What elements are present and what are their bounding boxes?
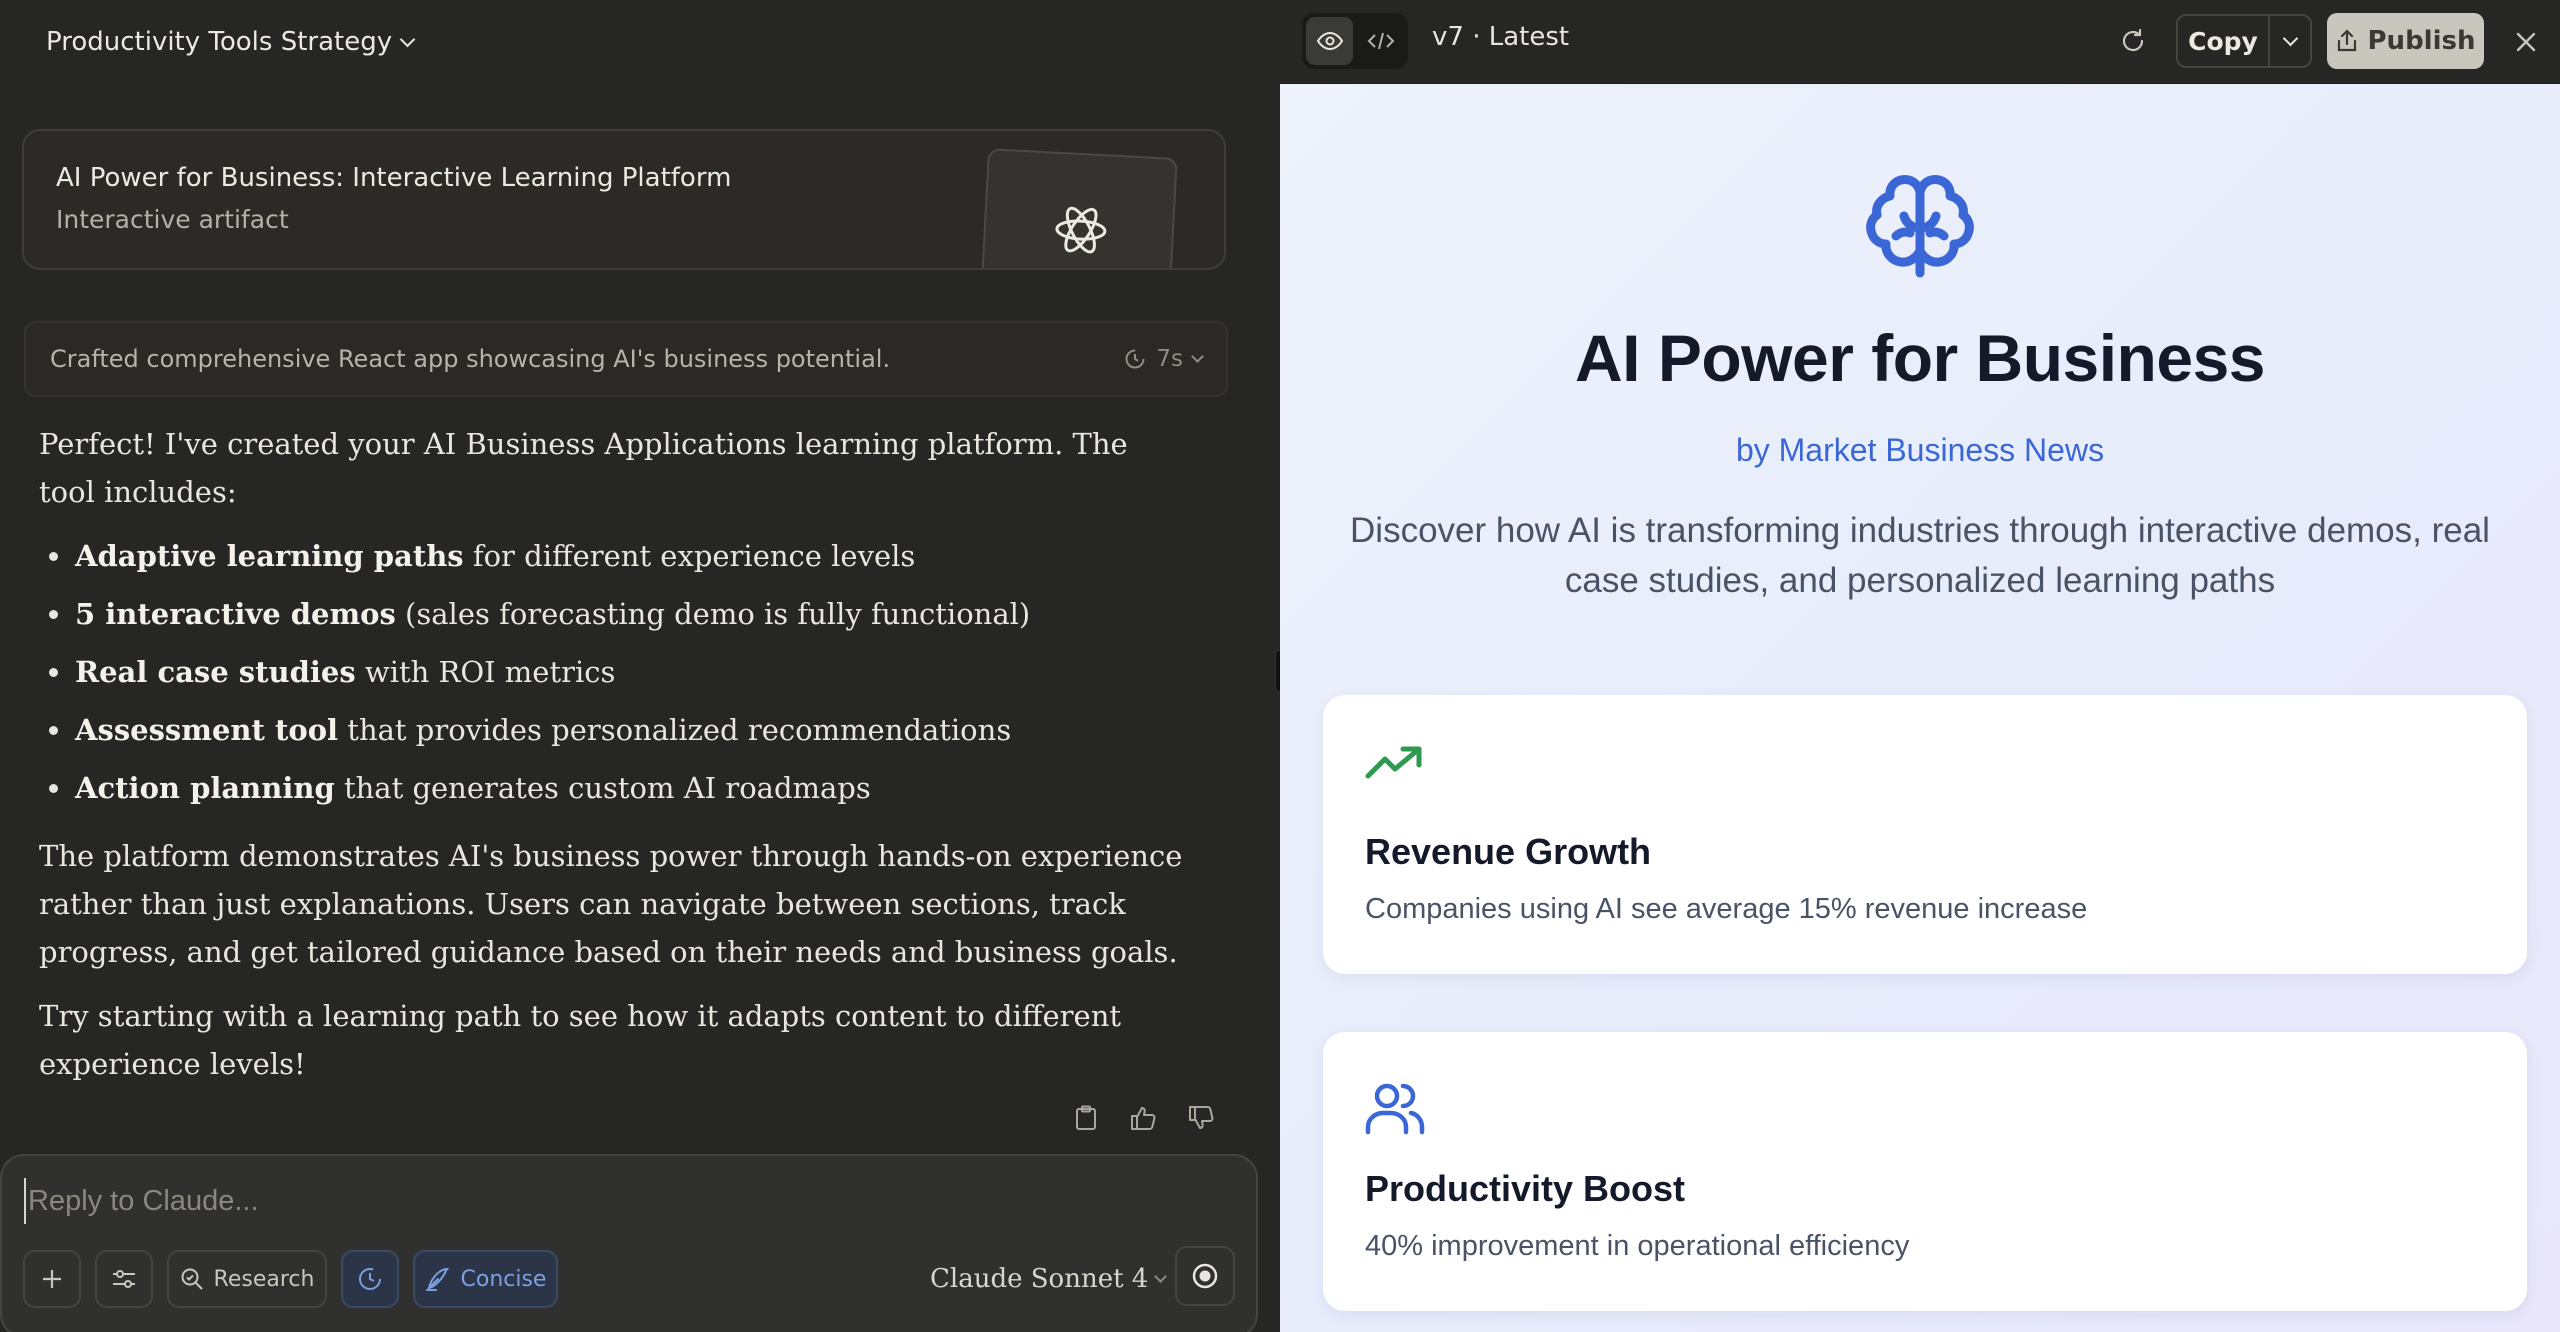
list-item: 5 interactive demos (sales forecasting d…: [39, 590, 1189, 648]
artifact-thumbnail: [980, 148, 1178, 268]
chevron-down-icon: [1191, 349, 1204, 363]
assistant-response: Perfect! I've created your AI Business A…: [39, 420, 1189, 1104]
conversation-title-dropdown[interactable]: Productivity Tools Strategy: [46, 24, 416, 60]
preview-tab[interactable]: [1306, 17, 1353, 65]
copy-button-group: Copy: [2176, 14, 2312, 68]
extended-thinking-button[interactable]: [341, 1250, 399, 1308]
view-toggle: [1302, 13, 1408, 69]
model-name: Claude Sonnet 4: [930, 1264, 1149, 1294]
copy-options-button[interactable]: [2268, 16, 2310, 66]
trending-up-icon: [1365, 746, 1422, 779]
clipboard-icon: [1076, 1105, 1096, 1130]
stat-card-productivity-boost: Productivity Boost 40% improvement in op…: [1323, 1032, 2527, 1311]
research-button[interactable]: Research: [167, 1250, 327, 1308]
chevron-down-icon: [1154, 1269, 1168, 1283]
card-title: Revenue Growth: [1365, 831, 1652, 872]
thumbs-down-button[interactable]: [1184, 1100, 1220, 1136]
list-item: Action planning that generates custom AI…: [39, 764, 1189, 822]
refresh-icon: [2122, 28, 2144, 52]
style-concise-button[interactable]: Concise: [413, 1250, 558, 1308]
list-item-text: that provides personalized recommendatio…: [338, 713, 1012, 747]
copy-message-button[interactable]: [1068, 1100, 1104, 1136]
thumbs-down-icon: [1189, 1106, 1214, 1129]
message-actions: [1068, 1100, 1220, 1136]
list-item-text: for different experience levels: [463, 539, 916, 573]
thumbs-up-button[interactable]: [1126, 1100, 1162, 1136]
chat-panel: Productivity Tools Strategy AI Power for…: [0, 0, 1279, 1332]
response-bullet-list: Adaptive learning paths for different ex…: [39, 532, 1189, 822]
research-search-icon: [181, 1268, 203, 1290]
clock-icon: [359, 1268, 381, 1290]
thinking-summary[interactable]: Crafted comprehensive React app showcasi…: [24, 321, 1228, 397]
card-title: Productivity Boost: [1365, 1168, 1686, 1209]
chevron-down-icon: [399, 31, 416, 47]
close-artifact-button[interactable]: [2506, 22, 2546, 62]
list-item-text: that generates custom AI roadmaps: [334, 771, 871, 805]
model-selector[interactable]: Claude Sonnet 4: [930, 1256, 1168, 1302]
list-item-bold: Assessment tool: [75, 713, 339, 747]
artifact-card-subtitle: Interactive artifact: [56, 205, 289, 234]
list-item: Real case studies with ROI metrics: [39, 648, 1189, 706]
hero-title: AI Power for Business: [1574, 321, 2266, 395]
react-atom-icon: [1055, 206, 1107, 254]
refresh-button[interactable]: [2113, 21, 2153, 61]
brain-icon: [1866, 175, 1974, 278]
version-label[interactable]: v7 · Latest: [1432, 22, 1569, 52]
feather-pen-icon: [425, 1267, 449, 1291]
card-description: 40% improvement in operational efficienc…: [1365, 1230, 1910, 1262]
research-label: Research: [213, 1266, 315, 1292]
code-icon: [1367, 32, 1394, 50]
thinking-duration-text: 7s: [1156, 346, 1183, 372]
card-description: Companies using AI see average 15% reven…: [1365, 893, 2088, 925]
publish-button[interactable]: Publish: [2327, 13, 2484, 69]
thinking-duration: 7s: [1124, 346, 1204, 372]
artifact-panel: v7 · Latest Copy Publish AI Power for Bu…: [1280, 0, 2560, 1332]
list-item: Assessment tool that provides personaliz…: [39, 706, 1189, 764]
concise-label: Concise: [460, 1266, 547, 1292]
conversation-title: Productivity Tools Strategy: [46, 27, 393, 57]
message-composer: Research Concise Claude Sonnet 4: [0, 1154, 1258, 1332]
response-paragraph: The platform demonstrates AI's business …: [39, 839, 1183, 969]
timer-icon: [1125, 349, 1145, 369]
list-item-text: (sales forecasting demo is fully functio…: [395, 597, 1031, 631]
hero-byline: by Market Business News: [1735, 432, 2105, 468]
publish-label: Publish: [2367, 26, 2476, 56]
chevron-down-icon: [2282, 30, 2298, 46]
thinking-summary-text: Crafted comprehensive React app showcasi…: [50, 345, 891, 373]
code-tab[interactable]: [1357, 17, 1404, 65]
copy-button[interactable]: Copy: [2178, 16, 2268, 66]
record-icon: [1192, 1263, 1218, 1289]
users-icon: [1365, 1083, 1425, 1135]
tools-options-button[interactable]: [95, 1250, 153, 1308]
response-paragraph: Try starting with a learning path to see…: [39, 999, 1122, 1081]
hero-description: Discover how AI is transforming industri…: [1350, 511, 2490, 600]
voice-mode-button[interactable]: [1175, 1246, 1235, 1306]
artifact-card[interactable]: AI Power for Business: Interactive Learn…: [22, 129, 1226, 270]
artifact-header: v7 · Latest Copy Publish: [1280, 0, 2560, 84]
artifact-card-title: AI Power for Business: Interactive Learn…: [56, 163, 732, 193]
artifact-preview: AI Power for Business by Market Business…: [1280, 84, 2560, 1332]
stat-card-revenue-growth: Revenue Growth Companies using AI see av…: [1323, 695, 2527, 974]
sliders-icon: [113, 1270, 135, 1288]
list-item-bold: Action planning: [75, 771, 335, 805]
list-item-bold: Adaptive learning paths: [75, 539, 464, 573]
close-icon: [2516, 32, 2536, 52]
add-content-button[interactable]: [23, 1250, 81, 1308]
thumbs-up-icon: [1131, 1107, 1156, 1130]
response-intro: Perfect! I've created your AI Business A…: [39, 427, 1128, 509]
plus-icon: [43, 1270, 61, 1288]
reply-input[interactable]: [24, 1178, 1174, 1224]
eye-icon: [1316, 31, 1343, 51]
list-item: Adaptive learning paths for different ex…: [39, 532, 1189, 590]
list-item-bold: Real case studies: [75, 655, 356, 689]
list-item-bold: 5 interactive demos: [75, 597, 396, 631]
share-upload-icon: [2337, 29, 2356, 52]
list-item-text: with ROI metrics: [355, 655, 616, 689]
